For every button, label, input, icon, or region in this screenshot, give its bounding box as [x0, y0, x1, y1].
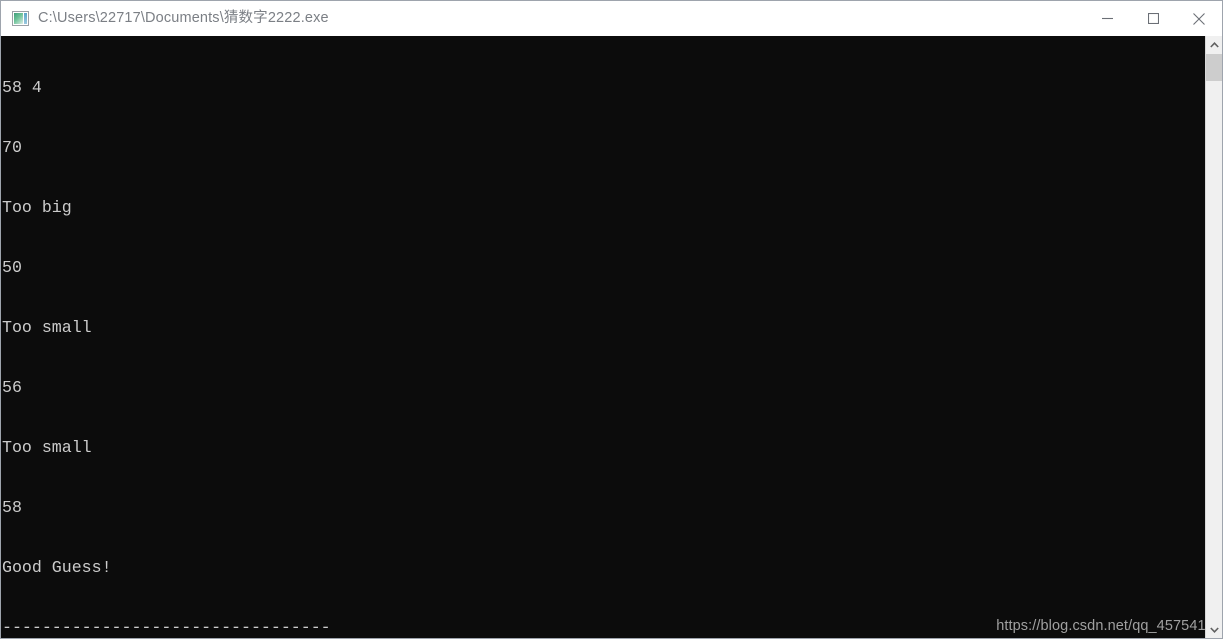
- close-button[interactable]: [1176, 1, 1222, 36]
- console-text-block: 58 4 70 Too big 50 Too small 56 Too smal…: [2, 38, 540, 638]
- console-line: 56: [2, 378, 22, 397]
- console-app-icon: [12, 11, 29, 26]
- console-line: Too big: [2, 198, 72, 217]
- console-line: Too small: [2, 318, 92, 337]
- minimize-button[interactable]: [1084, 1, 1130, 36]
- window-title: C:\Users\22717\Documents\猜数字2222.exe: [38, 10, 329, 26]
- icon-bar-shape: [24, 13, 27, 24]
- console-separator: ---------------------------------: [2, 618, 331, 637]
- console-line: 58 4: [2, 78, 42, 97]
- icon-fill-shape: [14, 13, 23, 24]
- title-bar[interactable]: C:\Users\22717\Documents\猜数字2222.exe: [1, 1, 1222, 36]
- minimize-icon: [1101, 17, 1113, 20]
- scrollbar-thumb[interactable]: [1206, 54, 1222, 81]
- console-output-area[interactable]: 58 4 70 Too big 50 Too small 56 Too smal…: [1, 36, 1222, 638]
- chevron-down-icon: [1209, 626, 1219, 633]
- close-icon: [1193, 12, 1205, 25]
- scrollbar-up-button[interactable]: [1206, 36, 1222, 53]
- console-line: Good Guess!: [2, 558, 112, 577]
- console-line: 70: [2, 138, 22, 157]
- console-line: Too small: [2, 438, 92, 457]
- console-line: 50: [2, 258, 22, 277]
- chevron-up-icon: [1209, 41, 1219, 48]
- console-line: 58: [2, 498, 22, 517]
- scrollbar-down-button[interactable]: [1206, 621, 1222, 638]
- maximize-icon: [1147, 13, 1159, 24]
- vertical-scrollbar[interactable]: [1205, 36, 1222, 638]
- scrollbar-track[interactable]: [1206, 53, 1222, 621]
- window-controls: [1084, 1, 1222, 36]
- console-window: C:\Users\22717\Documents\猜数字2222.exe 58 …: [0, 0, 1223, 639]
- watermark-url: https://blog.csdn.net/qq_45754189: [996, 618, 1222, 634]
- maximize-button[interactable]: [1130, 1, 1176, 36]
